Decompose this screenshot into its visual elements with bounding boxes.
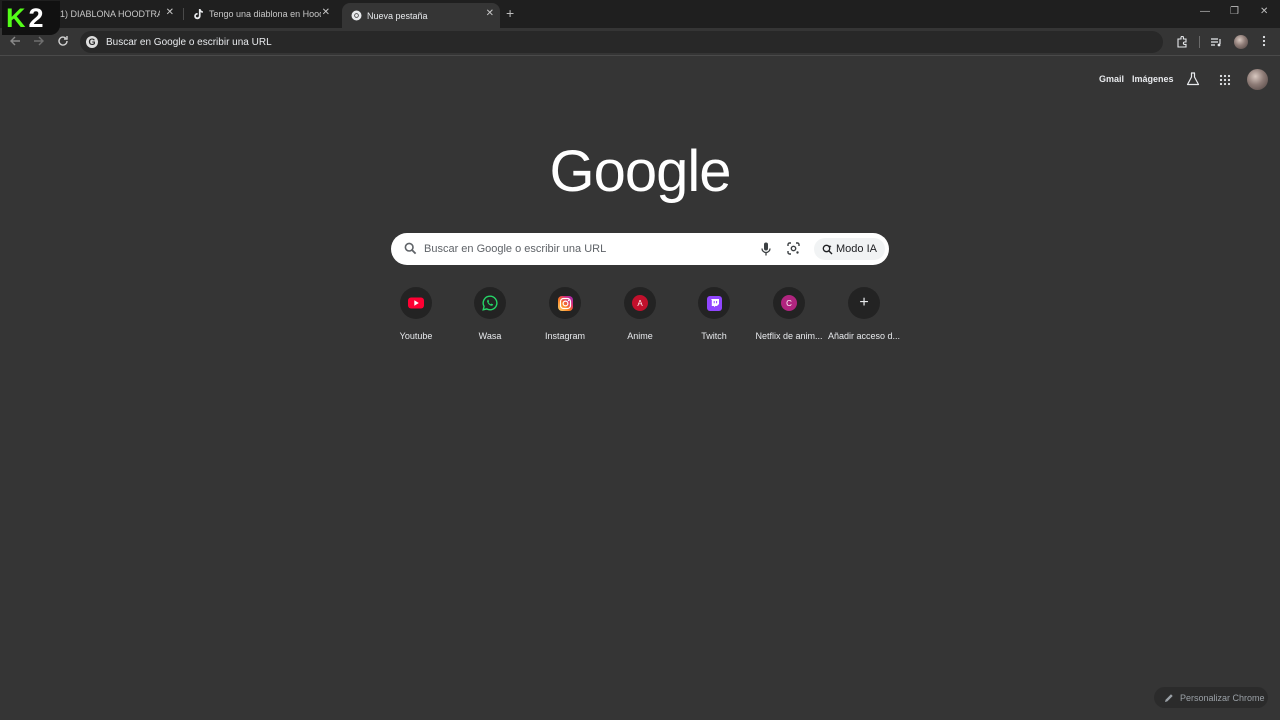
- ai-search-icon: [822, 244, 833, 254]
- shortcut-instagram[interactable]: Instagram: [529, 287, 601, 347]
- search-icon: [404, 242, 417, 260]
- tab-close-icon[interactable]: ✕: [322, 7, 330, 18]
- tab-title: Tengo una diablona en Hoodtrap: [209, 9, 321, 19]
- chrome-menu-button[interactable]: [1262, 35, 1266, 49]
- shortcut-tile: [474, 287, 506, 319]
- pencil-icon: [1165, 693, 1173, 702]
- tab-diablona-tiktok[interactable]: Tengo una diablona en Hoodtrap ✕: [186, 3, 336, 25]
- profile-avatar[interactable]: [1234, 35, 1248, 49]
- chrome-icon: [350, 10, 362, 22]
- twitch-icon: [706, 295, 722, 311]
- shortcut-tile: +: [848, 287, 880, 319]
- account-avatar[interactable]: [1247, 69, 1268, 90]
- shortcut-tile: A: [624, 287, 656, 319]
- overlay-number: 2: [28, 2, 44, 33]
- tab-title: Nueva pestaña: [367, 10, 428, 21]
- overlay-letter: K: [6, 2, 26, 33]
- puzzle-icon: [1177, 35, 1187, 48]
- tab-title: 1) DIABLONA HOODTRAP - Y: [60, 9, 160, 19]
- reload-button[interactable]: [57, 35, 69, 49]
- whatsapp-icon: [482, 295, 498, 311]
- tiktok-icon: [192, 8, 204, 20]
- apps-grid-icon[interactable]: [1219, 73, 1231, 91]
- search-input[interactable]: [424, 239, 744, 259]
- minimize-button[interactable]: —: [1200, 6, 1210, 17]
- back-button[interactable]: [9, 35, 21, 49]
- more-vert-icon: [1262, 35, 1266, 47]
- new-tab-button[interactable]: +: [506, 6, 514, 20]
- shortcut-tile: C: [773, 287, 805, 319]
- shortcut-label: Wasa: [478, 331, 502, 341]
- microphone-icon[interactable]: [761, 242, 771, 261]
- tab-close-icon[interactable]: ✕: [166, 7, 174, 18]
- shortcut-label: Twitch: [701, 331, 727, 341]
- shortcut-tile: [549, 287, 581, 319]
- extensions-button[interactable]: [1176, 35, 1188, 50]
- shortcut-add[interactable]: + Añadir acceso d...: [828, 287, 900, 347]
- shortcut-label: Añadir acceso d...: [828, 331, 900, 341]
- tab-separator: [183, 8, 184, 20]
- google-logo: Google: [549, 139, 731, 204]
- media-control-button[interactable]: [1210, 36, 1222, 50]
- ai-mode-button[interactable]: Modo IA: [814, 238, 885, 260]
- plus-icon: +: [859, 294, 869, 311]
- shortcut-tile: [698, 287, 730, 319]
- queue-music-icon: [1211, 38, 1221, 47]
- customize-chrome-button[interactable]: Personalizar Chrome: [1154, 687, 1268, 708]
- arrow-right-icon: [34, 36, 44, 46]
- youtube-icon: [408, 297, 424, 309]
- tab-nueva-pestana[interactable]: Nueva pestaña ✕: [342, 3, 500, 28]
- shortcut-tile: [400, 287, 432, 319]
- arrow-left-icon: [10, 36, 20, 46]
- google-lens-icon[interactable]: [787, 242, 800, 260]
- shortcut-twitch[interactable]: Twitch: [678, 287, 750, 347]
- labs-flask-icon[interactable]: [1186, 72, 1200, 91]
- shortcut-label: Instagram: [544, 331, 586, 341]
- google-g-icon: G: [86, 36, 98, 48]
- shortcut-youtube[interactable]: Youtube: [380, 287, 452, 347]
- letter-a-icon: A: [632, 295, 648, 311]
- shortcut-label: Anime: [627, 331, 653, 341]
- tab-diablona-youtube[interactable]: 1) DIABLONA HOODTRAP - Y ✕: [44, 3, 180, 25]
- shortcut-wasa[interactable]: Wasa: [454, 287, 526, 347]
- close-window-button[interactable]: ✕: [1260, 6, 1268, 17]
- shortcut-label: Netflix de anim...: [755, 331, 823, 341]
- address-bar-text: Buscar en Google o escribir una URL: [106, 36, 272, 48]
- instagram-icon: [557, 295, 573, 311]
- shortcut-label: Youtube: [399, 331, 433, 341]
- browser-toolbar: G Buscar en Google o escribir una URL: [0, 28, 1280, 56]
- customize-label: Personalizar Chrome: [1180, 692, 1265, 703]
- tab-strip: 1) DIABLONA HOODTRAP - Y ✕ Tengo una dia…: [0, 0, 1280, 28]
- ai-mode-label: Modo IA: [836, 243, 877, 255]
- search-box[interactable]: Modo IA: [391, 233, 889, 265]
- toolbar-divider: [1199, 36, 1200, 48]
- shortcut-netflix-anime[interactable]: C Netflix de anim...: [753, 287, 825, 347]
- reload-icon: [58, 36, 68, 46]
- shortcut-anime[interactable]: A Anime: [604, 287, 676, 347]
- images-link[interactable]: Imágenes: [1132, 74, 1174, 84]
- gmail-link[interactable]: Gmail: [1099, 74, 1124, 84]
- letter-c-icon: C: [781, 295, 797, 311]
- stream-overlay-logo: K 2: [2, 1, 60, 35]
- address-bar[interactable]: G Buscar en Google o escribir una URL: [80, 31, 1163, 53]
- maximize-button[interactable]: ❐: [1230, 6, 1239, 17]
- tab-close-icon[interactable]: ✕: [486, 8, 494, 19]
- forward-button[interactable]: [33, 35, 45, 49]
